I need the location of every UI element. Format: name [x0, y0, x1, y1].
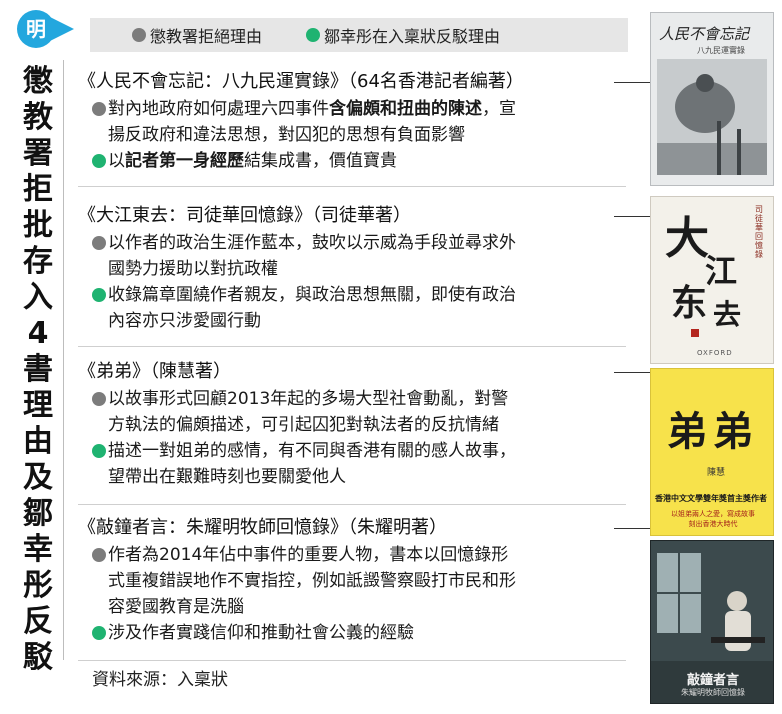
- book-title: 《弟弟》（陳慧著）: [78, 361, 231, 382]
- side-title-char: 駁: [23, 640, 53, 675]
- side-title-char: 4: [27, 316, 49, 351]
- green-dot-icon: [92, 154, 106, 168]
- legend-item-rebut: 鄒幸彤在入稟狀反駁理由: [306, 23, 500, 47]
- side-title-char: 入: [23, 280, 53, 315]
- side-title: 懲 教 署 拒 批 存 入 4 書 理 由 及 鄒 幸 彤 反 駁: [18, 64, 58, 676]
- cover-blurb: 以姐弟兩人之愛，寫成故事 刻出香港大時代: [671, 510, 755, 528]
- side-title-char: 教: [23, 100, 53, 135]
- reject-reason: 以作者的政治生涯作藍本，鼓吹以示威為手段並尋求外 國勢力援助以對抗政權: [78, 230, 630, 282]
- reject-reason: 對內地政府如何處理六四事件含偏頗和扭曲的陳述，宣 揚反政府和違法思想，對囚犯的思…: [78, 96, 630, 148]
- side-title-char: 懲: [23, 64, 53, 99]
- grey-dot-icon: [92, 102, 106, 116]
- rebut-reason: 涉及作者實踐信仰和推動社會公義的經驗: [78, 620, 630, 646]
- reject-reason: 作者為2014年佔中事件的重要人物，書本以回憶錄形 式重複錯誤地作不實指控，例如…: [78, 542, 630, 620]
- book-title: 《敲鐘者言：朱耀明牧師回憶錄》（朱耀明著）: [78, 517, 447, 538]
- side-title-char: 由: [23, 424, 53, 459]
- grey-dot-icon: [92, 548, 106, 562]
- side-title-char: 鄒: [23, 496, 53, 531]
- entry-divider: [78, 346, 626, 347]
- legend-label: 鄒幸彤在入稟狀反駁理由: [324, 27, 501, 46]
- red-seal-icon: [691, 329, 699, 337]
- grey-dot-icon: [132, 28, 146, 42]
- green-dot-icon: [92, 626, 106, 640]
- cover-caption: 司徒華回憶錄: [755, 205, 763, 259]
- cover-publisher: OXFORD: [697, 349, 733, 357]
- entry-divider: [78, 660, 626, 661]
- cover-title: 人民不會忘記: [659, 25, 750, 43]
- cover-title-char: 东: [671, 282, 708, 324]
- reject-reason: 以故事形式回顧2013年起的多場大型社會動亂，對警 方執法的偏頗描述，可引起囚犯…: [78, 386, 630, 438]
- cover-photo-icon: [651, 541, 773, 661]
- entry-divider: [78, 186, 626, 187]
- cover-title: 弟弟: [667, 408, 759, 455]
- book-entry: 《人民不會忘記：八九民運實錄》（64名香港記者編著） 對內地政府如何處理六四事件…: [78, 68, 630, 174]
- book-cover: 弟弟 陳慧 香港中文文學雙年獎首主獎作者 以姐弟兩人之愛，寫成故事 刻出香港大時…: [650, 368, 774, 536]
- side-title-char: 理: [23, 388, 53, 423]
- book-entry: 《敲鐘者言：朱耀明牧師回憶錄》（朱耀明著） 作者為2014年佔中事件的重要人物，…: [78, 514, 630, 646]
- cover-caption: 朱耀明牧師回憶錄: [681, 688, 745, 697]
- book-cover: 敲鐘者言 朱耀明牧師回憶錄: [650, 540, 774, 704]
- grey-dot-icon: [92, 392, 106, 406]
- cover-title: 敲鐘者言: [686, 673, 739, 688]
- rebut-reason: 收錄篇章圍繞作者親友，與政治思想無關，即使有政治 內容亦只涉愛國行動: [78, 282, 630, 334]
- source-note: 資料來源：入稟狀: [92, 670, 228, 690]
- side-title-char: 及: [23, 460, 53, 495]
- side-title-char: 書: [23, 352, 53, 387]
- side-title-char: 署: [23, 136, 53, 171]
- book-cover: 司徒華回憶錄 大 江 东 去 OXFORD: [650, 196, 774, 364]
- side-title-char: 反: [23, 604, 53, 639]
- entry-divider: [78, 504, 626, 505]
- newspaper-logo: 明: [4, 8, 76, 52]
- legend: 懲教署拒絕理由 鄒幸彤在入稟狀反駁理由: [90, 18, 628, 52]
- green-dot-icon: [92, 288, 106, 302]
- cover-title-char: 大: [665, 213, 709, 264]
- grey-dot-icon: [92, 236, 106, 250]
- legend-item-reject: 懲教署拒絕理由: [132, 23, 262, 47]
- side-title-char: 存: [23, 244, 53, 279]
- book-entry: 《弟弟》（陳慧著） 以故事形式回顧2013年起的多場大型社會動亂，對警 方執法的…: [78, 358, 630, 490]
- connector-line: [614, 372, 650, 373]
- side-title-char: 拒: [23, 172, 53, 207]
- green-dot-icon: [306, 28, 321, 42]
- cover-caption: 八九民運實錄: [697, 46, 745, 55]
- title-divider: [63, 60, 64, 660]
- rebut-reason: 描述一對姐弟的感情，有不同與香港有關的感人故事， 望帶出在艱難時刻也要關愛他人: [78, 438, 630, 490]
- side-title-char: 幸: [23, 532, 53, 567]
- rebut-reason: 以記者第一身經歷結集成書，價值寶貴: [78, 148, 630, 174]
- cover-award: 香港中文文學雙年獎首主獎作者: [655, 494, 767, 503]
- side-title-char: 彤: [23, 568, 53, 603]
- book-entry: 《大江東去：司徒華回憶錄》（司徒華著） 以作者的政治生涯作藍本，鼓吹以示威為手段…: [78, 202, 630, 334]
- cover-author: 陳慧: [707, 468, 726, 478]
- green-dot-icon: [92, 444, 106, 458]
- book-cover: 人民不會忘記 八九民運實錄: [650, 12, 774, 186]
- legend-label: 懲教署拒絕理由: [150, 27, 263, 46]
- logo-text: 明: [26, 17, 46, 41]
- cover-title-char: 江: [705, 252, 738, 290]
- cover-photo-icon: [657, 59, 767, 175]
- book-title: 《大江東去：司徒華回憶錄》（司徒華著）: [78, 205, 411, 226]
- side-title-char: 批: [23, 208, 53, 243]
- book-title: 《人民不會忘記：八九民運實錄》（64名香港記者編著）: [78, 71, 524, 92]
- cover-title-char: 去: [713, 298, 742, 331]
